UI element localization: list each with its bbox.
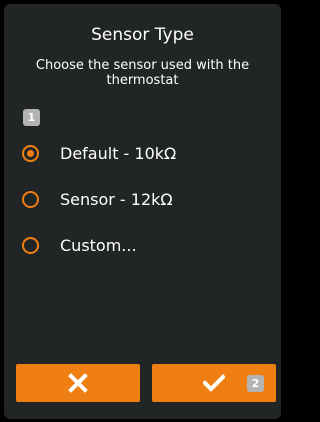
confirm-button[interactable]: 2	[152, 364, 276, 402]
option-default-10k[interactable]: Default - 10kΩ	[22, 141, 176, 165]
option-custom[interactable]: Custom...	[22, 233, 137, 257]
option-label: Custom...	[60, 235, 137, 255]
option-label: Sensor - 12kΩ	[60, 189, 173, 209]
option-label: Default - 10kΩ	[60, 143, 177, 163]
sensor-type-screen: Sensor Type Choose the sensor used with …	[4, 4, 281, 419]
cancel-button[interactable]	[16, 364, 140, 402]
radio-unselected-icon[interactable]	[22, 236, 39, 254]
radio-selected-icon[interactable]	[22, 144, 39, 162]
close-icon	[68, 373, 88, 393]
option-sensor-12k[interactable]: Sensor - 12kΩ	[22, 187, 173, 211]
step-badge-2: 2	[247, 375, 264, 392]
radio-unselected-icon[interactable]	[22, 190, 39, 208]
page-title: Sensor Type	[91, 25, 194, 45]
check-icon	[203, 374, 225, 392]
page-subtitle: Choose the sensor used with the thermost…	[35, 58, 250, 88]
step-badge-1: 1	[23, 109, 40, 126]
